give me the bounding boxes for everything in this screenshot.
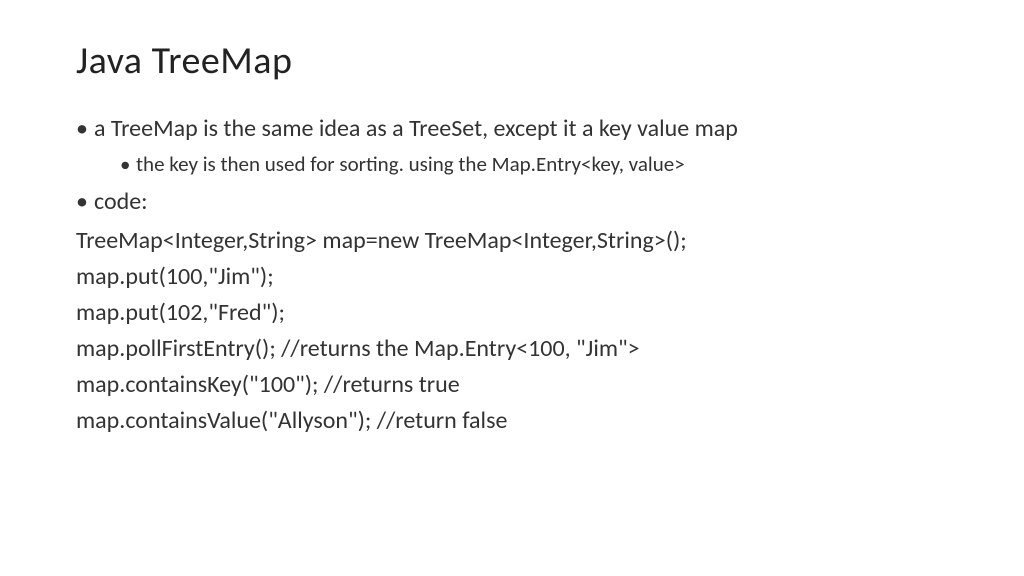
slide-title: Java TreeMap xyxy=(76,38,954,84)
code-line-2: map.put(100,"Jim"); xyxy=(76,259,954,295)
bullet-item-2: code: xyxy=(76,185,954,219)
code-line-5: map.containsKey("100"); //returns true xyxy=(76,367,954,403)
code-line-3: map.put(102,"Fred"); xyxy=(76,295,954,331)
code-line-6: map.containsValue("Allyson"); //return f… xyxy=(76,403,954,439)
code-line-1: TreeMap<Integer,String> map=new TreeMap<… xyxy=(76,223,954,259)
code-line-4: map.pollFirstEntry(); //returns the Map.… xyxy=(76,331,954,367)
bullet-item-1-sub: the key is then used for sorting. using … xyxy=(76,150,954,179)
bullet-item-1: a TreeMap is the same idea as a TreeSet,… xyxy=(76,112,954,146)
